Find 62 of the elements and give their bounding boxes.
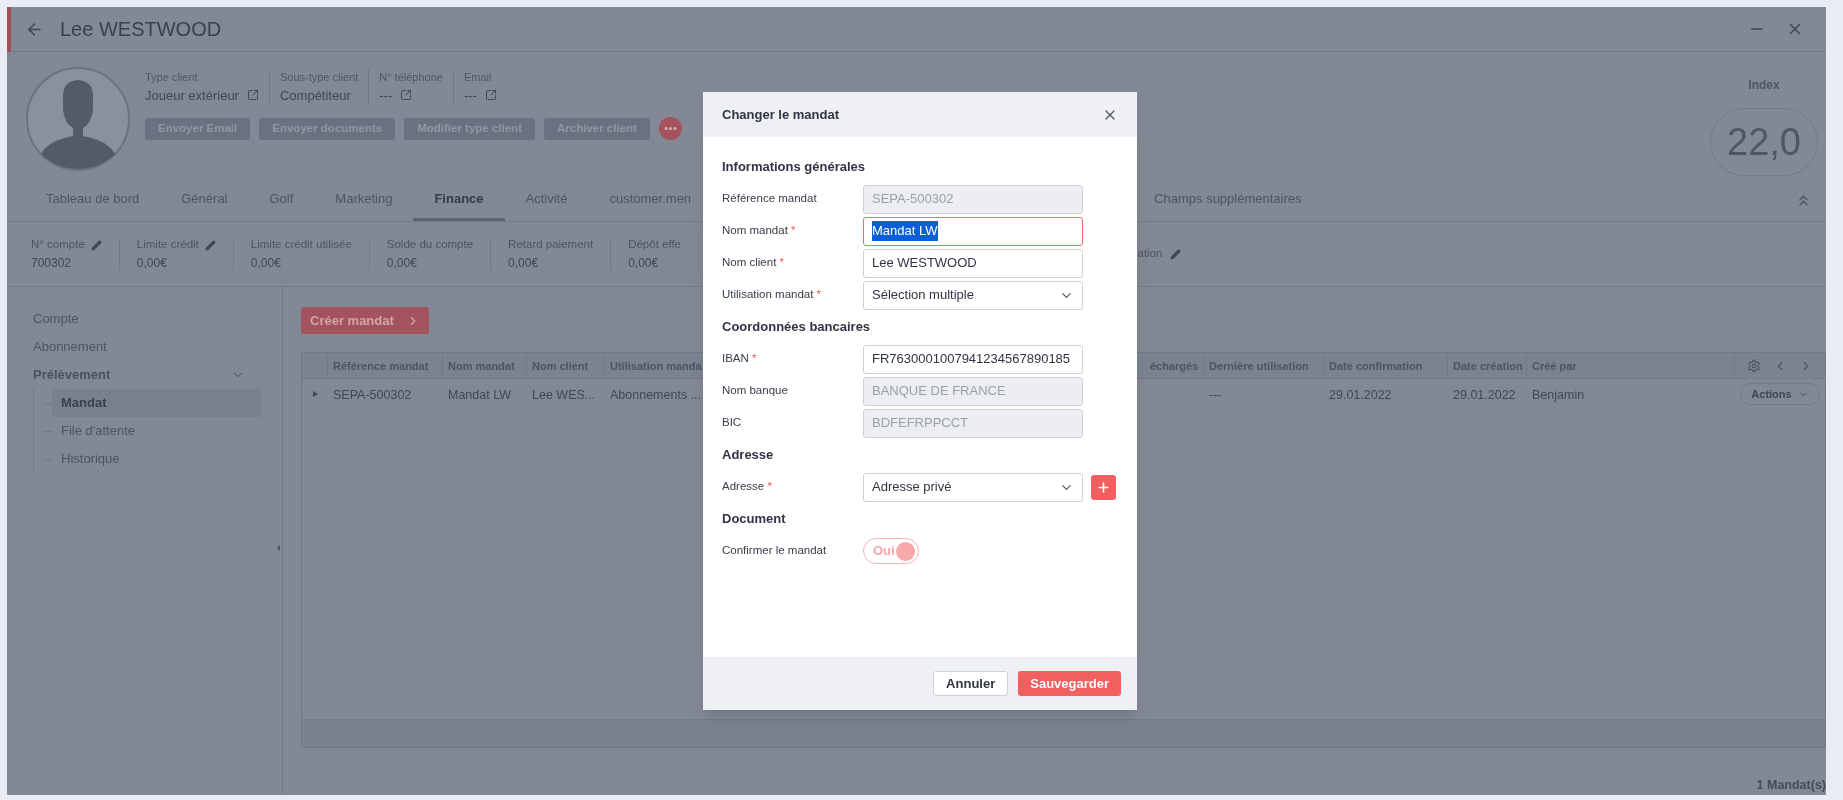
field-label: Confirmer le mandat xyxy=(722,543,828,559)
stat-value: 0,00€ xyxy=(386,254,418,272)
plus-icon xyxy=(1096,479,1111,495)
table-cell: Abonnements ... xyxy=(610,388,702,403)
field-label: Référence mandat xyxy=(722,191,818,207)
field-label: Nom mandat * xyxy=(722,223,797,239)
tab[interactable]: Finance xyxy=(413,180,505,221)
field-label: IBAN * xyxy=(722,351,758,367)
pencil-icon[interactable] xyxy=(204,239,216,251)
field-label: Nom client * xyxy=(722,255,785,271)
select-field[interactable]: Sélection multiple xyxy=(863,280,1083,310)
add-button[interactable] xyxy=(1091,474,1116,500)
create-mandate-button[interactable]: Créer mandat xyxy=(301,307,429,335)
collapse-arrow-icon[interactable] xyxy=(277,545,280,551)
cancel-button[interactable]: Annuler xyxy=(933,671,1009,696)
section-heading: Informations générales xyxy=(722,158,866,177)
text-field[interactable]: Mandat LW xyxy=(863,216,1083,246)
external-link-icon[interactable] xyxy=(246,89,259,102)
field-label: BIC xyxy=(722,415,743,431)
table-cell: 29.01.2022 xyxy=(1453,388,1516,403)
stat-value: 0,00€ xyxy=(136,254,168,272)
text-field[interactable]: FR7630001007941234567890185 xyxy=(863,344,1083,374)
section-heading: Document xyxy=(722,510,786,529)
more-button[interactable] xyxy=(658,117,682,140)
section-heading: Coordonnées bancaires xyxy=(722,318,871,337)
settings-icon[interactable] xyxy=(1747,358,1761,373)
text-field[interactable]: Lee WESTWOOD xyxy=(863,248,1083,278)
save-button[interactable]: Sauvegarder xyxy=(1018,671,1121,696)
external-link-icon[interactable] xyxy=(400,89,413,102)
read-only-field: BDFEFRPPCCT xyxy=(863,408,1083,438)
field-label: Nom banque xyxy=(722,383,789,399)
record-count: 1 Mandat(s) xyxy=(1756,777,1826,795)
stat-value: 0,00€ xyxy=(628,254,660,272)
table-cell: Benjamin xyxy=(1532,388,1585,403)
stat-value: 0,00€ xyxy=(250,254,282,272)
window-title: Lee WESTWOOD xyxy=(60,17,222,42)
field-label: Utilisation mandat * xyxy=(722,287,823,303)
table-cell: 29.01.2022 xyxy=(1329,388,1392,403)
read-only-field: SEPA-500302 xyxy=(863,184,1083,214)
select-field[interactable]: Adresse privé xyxy=(863,472,1083,502)
read-only-field: BANQUE DE FRANCE xyxy=(863,376,1083,406)
external-link-icon[interactable] xyxy=(484,89,497,102)
toggle-switch[interactable]: Oui xyxy=(863,538,919,564)
field-value: --- xyxy=(463,86,477,105)
pencil-icon[interactable] xyxy=(90,239,102,251)
field-value: Joueur extérieur xyxy=(145,86,239,105)
field-label: Adresse * xyxy=(722,479,773,495)
field-value: --- xyxy=(379,86,393,105)
sidebar-item[interactable]: Mandat xyxy=(52,389,262,417)
stat-value: 0,00€ xyxy=(508,254,540,272)
table-cell: --- xyxy=(1209,388,1222,403)
pencil-icon[interactable] xyxy=(1170,248,1182,260)
expand-arrow-icon[interactable] xyxy=(312,391,318,398)
avatar-icon xyxy=(25,66,131,172)
dialog-title: Changer le mandat xyxy=(722,105,840,124)
field-value: Compétiteur xyxy=(279,86,351,105)
table-cell: SEPA-500302 xyxy=(333,388,412,403)
table-cell: Lee WES... xyxy=(532,388,596,403)
table-cell: Mandat LW xyxy=(448,388,511,403)
section-heading: Adresse xyxy=(722,446,774,465)
sidebar-item[interactable]: Prélèvement xyxy=(33,361,253,389)
stat-value: 700302 xyxy=(31,254,73,272)
